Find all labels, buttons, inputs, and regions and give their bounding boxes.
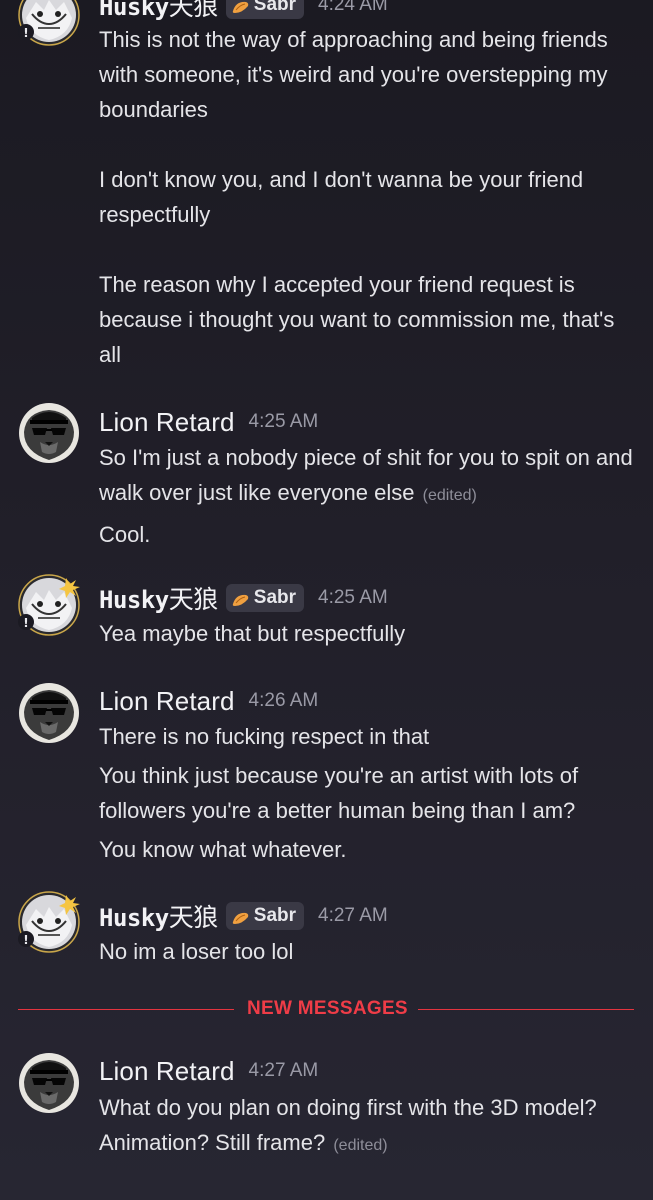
message-content: So I'm just a nobody piece of shit for y… xyxy=(99,440,639,552)
server-tag-badge[interactable]: Sabr xyxy=(225,902,305,930)
husky-avatar[interactable]: ! xyxy=(18,574,80,636)
message-line: Yea maybe that but respectfully xyxy=(99,621,406,646)
message-header: Lion Retard 4:26 AM xyxy=(99,684,318,718)
divider-line-right xyxy=(418,1009,634,1010)
tag-icon xyxy=(232,909,250,924)
message-line: The reason why I accepted your friend re… xyxy=(99,272,615,367)
server-tag-badge[interactable]: Sabr xyxy=(225,0,305,19)
username[interactable]: Lion Retard xyxy=(99,686,235,717)
server-tag-badge[interactable]: Sabr xyxy=(225,584,305,612)
message-timestamp: 4:27 AM xyxy=(248,1060,319,1081)
message-timestamp: 4:25 AM xyxy=(248,411,319,432)
message-line: You think just because you're an artist … xyxy=(99,763,579,823)
message-content: There is no fucking respect in that You … xyxy=(99,719,639,867)
edited-label: (edited) xyxy=(333,1137,388,1154)
svg-text:!: ! xyxy=(23,616,28,630)
tag-icon xyxy=(232,591,250,606)
username[interactable]: Husky天狼 xyxy=(99,580,218,616)
message-content: No im a loser too lol xyxy=(99,934,639,969)
message-timestamp: 4:24 AM xyxy=(318,0,388,15)
message-line: What do you plan on doing first with the… xyxy=(99,1095,597,1155)
username[interactable]: Husky天狼 xyxy=(99,0,218,23)
message-content: Yea maybe that but respectfully xyxy=(99,616,639,651)
message-timestamp: 4:25 AM xyxy=(318,587,388,608)
message-header: Husky天狼 Sabr 4:25 AM xyxy=(99,581,388,615)
chat-message-list[interactable]: ! Husky天狼 Sabr 4:24 AM This is not the w… xyxy=(0,0,653,1200)
message-timestamp: 4:26 AM xyxy=(248,690,319,711)
message-line: This is not the way of approaching and b… xyxy=(99,27,608,122)
message-line: There is no fucking respect in that xyxy=(99,724,430,749)
message-header: Husky天狼 Sabr 4:27 AM xyxy=(99,899,388,933)
message-content: What do you plan on doing first with the… xyxy=(99,1090,639,1163)
husky-avatar[interactable]: ! xyxy=(18,891,80,953)
message-line: I don't know you, and I don't wanna be y… xyxy=(99,167,584,227)
message-header: Husky天狼 Sabr 4:24 AM xyxy=(99,0,388,22)
username[interactable]: Lion Retard xyxy=(99,1056,235,1087)
edited-label: (edited) xyxy=(422,487,477,504)
lion-avatar[interactable] xyxy=(18,682,80,744)
message-header: Lion Retard 4:27 AM xyxy=(99,1054,318,1088)
message-line: Cool. xyxy=(99,522,151,547)
lion-avatar[interactable] xyxy=(18,1052,80,1114)
new-messages-divider: NEW MESSAGES xyxy=(18,998,634,1019)
message-line: You know what whatever. xyxy=(99,837,347,862)
message-header: Lion Retard 4:25 AM xyxy=(99,405,318,439)
svg-text:!: ! xyxy=(23,933,28,947)
divider-line-left xyxy=(18,1009,234,1010)
message-line: No im a loser too lol xyxy=(99,939,294,964)
message-timestamp: 4:27 AM xyxy=(318,905,388,926)
husky-avatar[interactable]: ! xyxy=(18,0,80,46)
username[interactable]: Lion Retard xyxy=(99,407,235,438)
message-line: So I'm just a nobody piece of shit for y… xyxy=(99,445,633,505)
username[interactable]: Husky天狼 xyxy=(99,898,218,934)
new-messages-label: NEW MESSAGES xyxy=(247,998,408,1019)
svg-text:!: ! xyxy=(23,26,28,40)
tag-icon xyxy=(232,0,250,13)
message-content: This is not the way of approaching and b… xyxy=(99,22,639,372)
lion-avatar[interactable] xyxy=(18,402,80,464)
